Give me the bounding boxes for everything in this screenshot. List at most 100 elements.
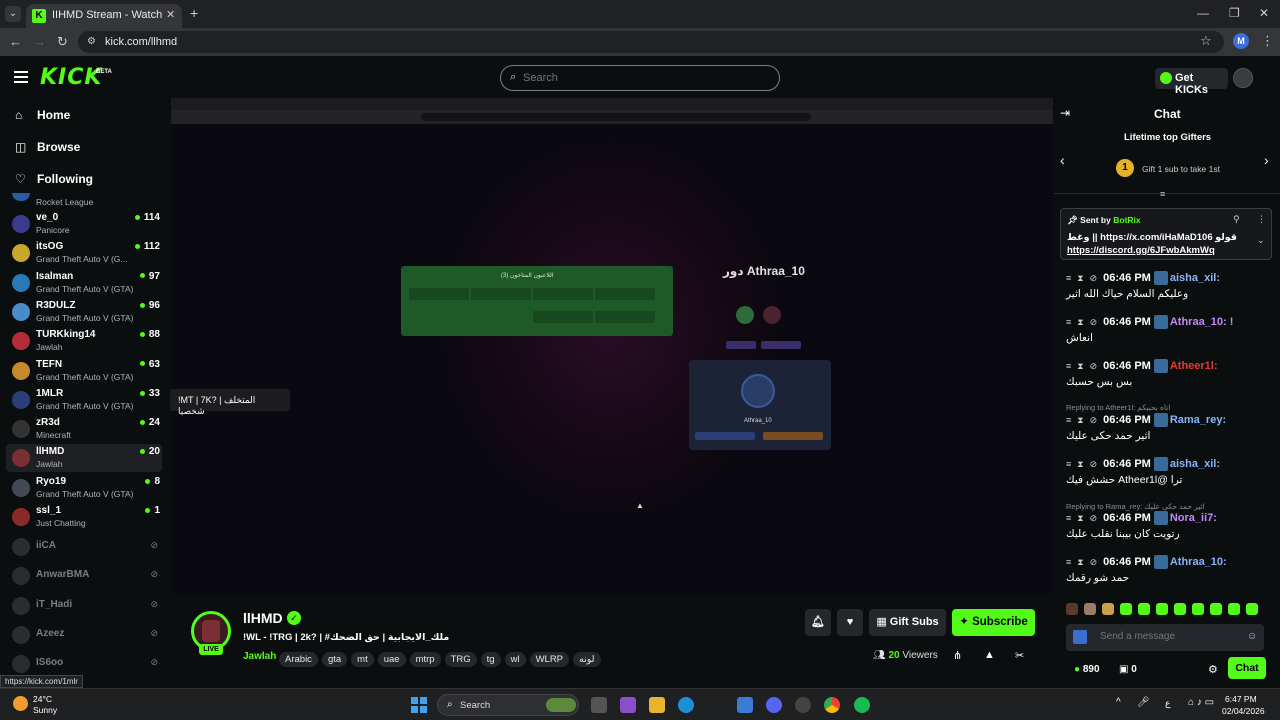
chat-message[interactable]: ≡ ⧗ ⊘ 06:46 PM Athraa_10: ! انعاش	[1066, 315, 1274, 344]
chat-input[interactable]	[1100, 631, 1240, 642]
input-language[interactable]: ع	[1165, 698, 1170, 709]
timeout-icon[interactable]: ⧗	[1077, 361, 1083, 371]
chat-message[interactable]: ≡ ⧗ ⊘ 06:46 PM Athraa_10: حمد شو رقمك	[1066, 555, 1274, 584]
emote-icon[interactable]	[1192, 603, 1204, 615]
message-username[interactable]: Athraa_10: !	[1170, 316, 1234, 328]
chevron-right-icon[interactable]: ›	[1264, 152, 1269, 168]
microphone-icon[interactable]: 🎤︎	[1137, 697, 1150, 708]
stream-tag[interactable]: لونه	[573, 652, 601, 667]
chevron-down-icon[interactable]: ⌄	[1257, 235, 1265, 246]
sidebar-channel-item[interactable]: TURKking14 Jawlah 88	[6, 327, 162, 355]
sidebar-offline-channel[interactable]: iiCA ⊘	[6, 535, 162, 559]
ban-icon[interactable]: ⊘	[1090, 459, 1098, 469]
ban-icon[interactable]: ⊘	[1090, 361, 1098, 371]
forward-icon[interactable]: →	[33, 34, 46, 49]
pin-message-icon[interactable]: ≡	[1066, 513, 1071, 523]
sidebar-channel-item[interactable]: 1MLR Grand Theft Auto V (GTA) 33	[6, 386, 162, 414]
stream-tag[interactable]: mt	[351, 652, 374, 667]
minimize-icon[interactable]: —	[1197, 6, 1209, 20]
chrome-icon[interactable]	[824, 697, 840, 713]
chatgpt-icon[interactable]	[795, 697, 811, 713]
back-icon[interactable]: ←	[9, 34, 22, 49]
subscribe-button[interactable]: ✦ Subscribe	[952, 609, 1035, 636]
emote-icon[interactable]	[1066, 603, 1078, 615]
chat-send-button[interactable]: Chat	[1228, 657, 1266, 679]
file-explorer-icon[interactable]	[649, 697, 665, 713]
sidebar-channel-item[interactable]: itsOG Grand Theft Auto V (G... 112	[6, 239, 162, 267]
ban-icon[interactable]: ⊘	[1090, 557, 1098, 567]
collapse-chat-icon[interactable]: ⇥	[1060, 106, 1070, 120]
emote-icon[interactable]	[1210, 603, 1222, 615]
user-avatar[interactable]	[1233, 68, 1253, 88]
spotify-icon[interactable]	[854, 697, 870, 713]
sidebar-offline-channel[interactable]: iT_Hadi ⊘	[6, 594, 162, 618]
close-window-icon[interactable]: ✕	[1259, 6, 1269, 20]
ban-icon[interactable]: ⊘	[1090, 317, 1098, 327]
task-view-icon[interactable]	[591, 697, 607, 713]
windows-start-icon[interactable]	[411, 697, 427, 713]
more-icon[interactable]: ⋮	[1257, 214, 1266, 225]
stream-tag[interactable]: TRG	[444, 652, 477, 667]
get-kicks-button[interactable]: Get KICKs	[1155, 68, 1228, 96]
sidebar-channel-item[interactable]: Isalman Grand Theft Auto V (GTA) 97	[6, 269, 162, 297]
nav-following[interactable]: ♡ Following	[15, 172, 93, 186]
browser-menu-icon[interactable]: ⋮	[1261, 33, 1274, 49]
pin-message-icon[interactable]: ≡	[1066, 459, 1071, 469]
message-username[interactable]: aisha_xil:	[1170, 272, 1220, 284]
clock-date[interactable]: 02/04/2026	[1222, 706, 1265, 716]
weather-desc[interactable]: Sunny	[33, 705, 57, 715]
sidebar-channel-item[interactable]: TEFN Grand Theft Auto V (GTA) 63	[6, 357, 162, 385]
clock-time[interactable]: 6:47 PM	[1225, 694, 1257, 704]
emote-icon[interactable]	[1156, 603, 1168, 615]
stream-tag[interactable]: Arabic	[279, 652, 318, 667]
sidebar-channel-item[interactable]: zR3d Minecraft 24	[6, 415, 162, 443]
streamer-name[interactable]: llHMD	[243, 610, 283, 626]
chat-settings-gear-icon[interactable]: ⚙	[1208, 663, 1218, 676]
pin-message-icon[interactable]: ≡	[1066, 273, 1071, 283]
mail-icon[interactable]	[737, 697, 753, 713]
ban-icon[interactable]: ⊘	[1090, 273, 1098, 283]
unpin-icon[interactable]: ⚲	[1233, 214, 1240, 225]
sidebar-offline-channel[interactable]: IS6oo ⊘	[6, 652, 162, 676]
category-link[interactable]: Jawlah	[243, 651, 276, 662]
chat-message[interactable]: ≡ ⧗ ⊘ 06:46 PM Nora_ii7: رتويت كان بيبنا نقلب…	[1066, 511, 1274, 540]
chat-message[interactable]: ≡ ⧗ ⊘ 06:46 PM aisha_xil: ترا @Atheer1l حشش ف…	[1066, 457, 1274, 486]
timeout-icon[interactable]: ⧗	[1077, 513, 1083, 523]
message-username[interactable]: Nora_ii7:	[1170, 512, 1217, 524]
kicks-balance[interactable]: ● 890	[1074, 664, 1100, 675]
sidebar-offline-channel[interactable]: AnwarBMA ⊘	[6, 564, 162, 588]
emote-icon[interactable]	[1138, 603, 1150, 615]
timeout-icon[interactable]: ⧗	[1077, 459, 1083, 469]
tab-close-icon[interactable]: ✕	[166, 8, 175, 21]
stream-tag[interactable]: wl	[504, 652, 526, 667]
copilot-icon[interactable]	[620, 697, 636, 713]
sidebar-channel-item[interactable]: R3DULZ Grand Theft Auto V (GTA) 96	[6, 298, 162, 326]
pin-message-icon[interactable]: ≡	[1066, 557, 1071, 567]
pinned-line1[interactable]: وغط || https://x.com/iHaMaD106 قولو	[1067, 231, 1247, 244]
emote-icon[interactable]	[1102, 603, 1114, 615]
emote-icon[interactable]	[1228, 603, 1240, 615]
browser-tab[interactable]: K IIHMD Stream - Watch Live on K ✕	[26, 4, 182, 28]
message-username[interactable]: Rama_rey:	[1170, 414, 1226, 426]
stream-tag[interactable]: tg	[480, 652, 501, 667]
new-tab-icon[interactable]: +	[190, 5, 198, 21]
message-username[interactable]: Athraa_10:	[1170, 556, 1227, 568]
kick-logo[interactable]: KICK	[40, 65, 102, 90]
stream-tag[interactable]: uae	[377, 652, 406, 667]
search-input[interactable]	[523, 72, 763, 84]
message-username[interactable]: Atheer1l:	[1170, 360, 1218, 372]
emote-icon[interactable]	[1084, 603, 1096, 615]
weather-temp[interactable]: 24°C	[33, 694, 52, 704]
reload-icon[interactable]: ↻	[57, 34, 68, 50]
stream-tag[interactable]: mtrp	[409, 652, 441, 667]
emoji-icon[interactable]: ☺	[1247, 631, 1257, 642]
bookmark-star-icon[interactable]: ☆	[1200, 33, 1212, 49]
pinned-link[interactable]: https://discord.gg/6JFwbAkmWq	[1067, 244, 1247, 257]
edge-icon[interactable]	[678, 697, 694, 713]
search-box[interactable]: ⌕	[500, 65, 780, 91]
pin-message-icon[interactable]: ≡	[1066, 415, 1071, 425]
follow-button[interactable]: ♥	[837, 609, 863, 636]
sidebar-channel-item[interactable]: llHMD Jawlah 20	[6, 444, 162, 473]
emote-icon[interactable]	[1120, 603, 1132, 615]
stream-tag[interactable]: WLRP	[529, 652, 570, 667]
